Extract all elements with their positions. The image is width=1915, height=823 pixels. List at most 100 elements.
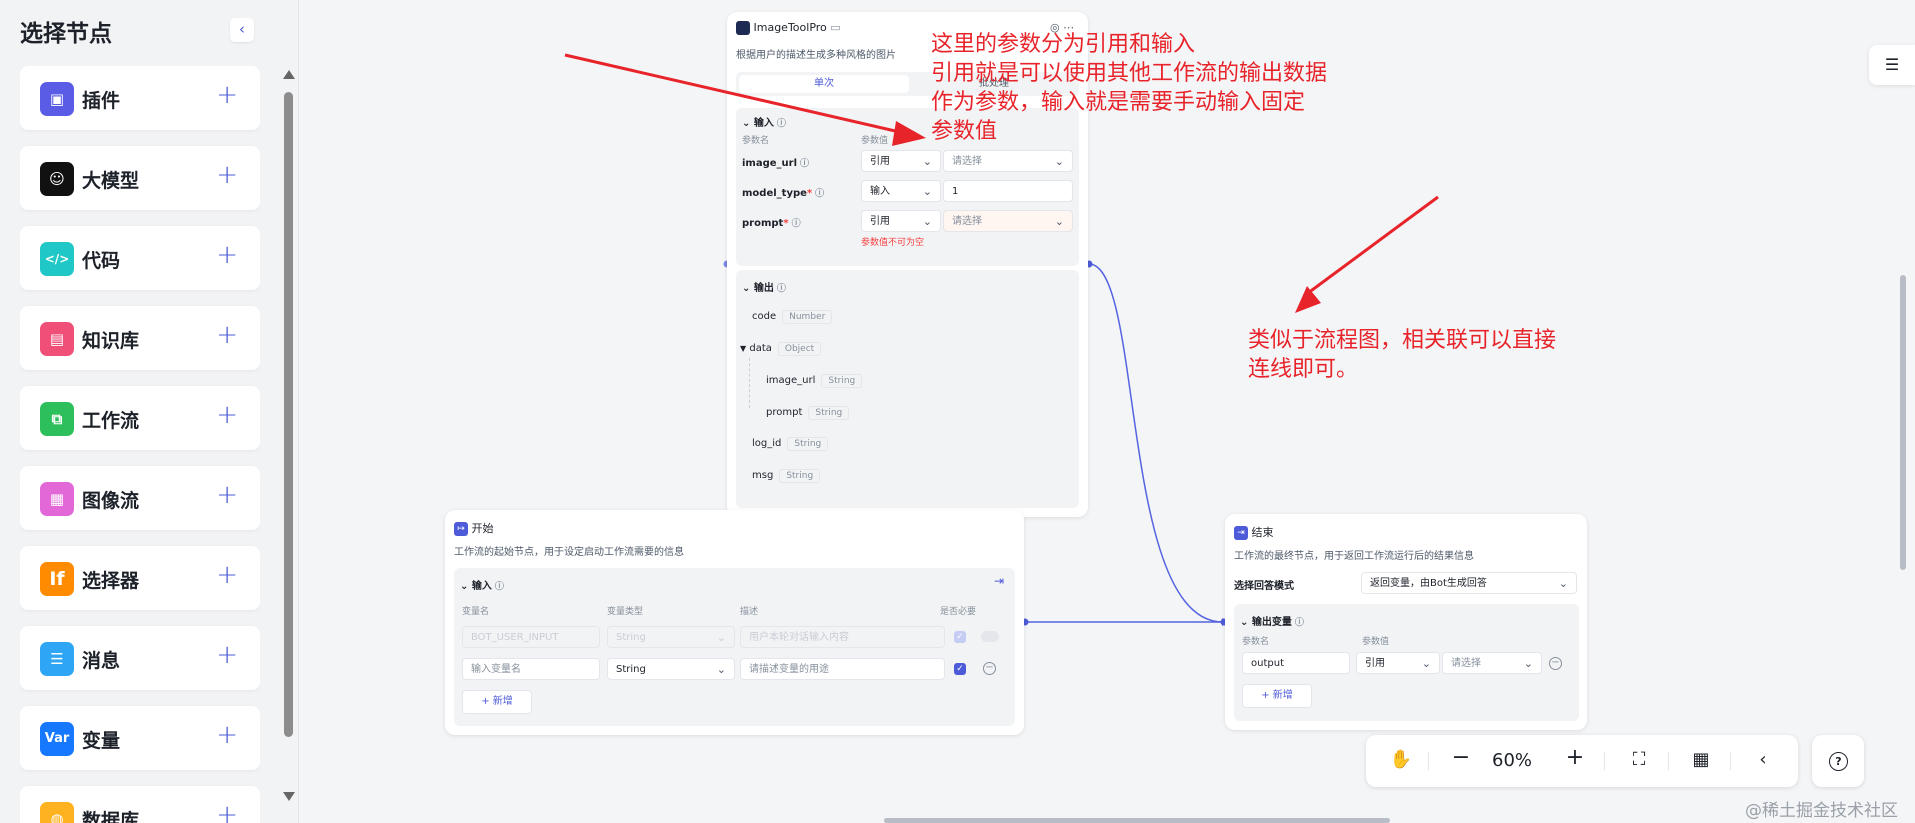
node-sidebar: 选择节点 ‹ ▣ 插件 + ☺ 大模型 + </> 代码 + ▤ 知识库 + ⧉… (0, 0, 299, 823)
param-value-select[interactable]: 请选择 ⌄ (943, 150, 1073, 172)
required-toggle (981, 631, 999, 642)
col-param-value: 参数值 (861, 136, 889, 146)
scroll-up-arrow-icon[interactable] (283, 70, 295, 79)
add-plus-icon[interactable]: + (216, 720, 238, 750)
toolbar-divider (1604, 752, 1605, 770)
param-mode-select[interactable]: 引用 ⌄ (861, 150, 941, 172)
output-label: 输出 (753, 283, 774, 294)
sidebar-title: 选择节点 (20, 21, 112, 47)
zoom-level[interactable]: 60% (1492, 750, 1532, 771)
col-var-name: 变量名 (462, 607, 490, 617)
sidebar-item-knowledge[interactable]: ▤ 知识库 + (20, 306, 260, 370)
output-row: log_id String (752, 437, 829, 451)
add-plus-icon[interactable]: + (216, 640, 238, 670)
param-row-label: image_url ⓘ (742, 158, 810, 169)
col-required: 是否必要 (940, 607, 977, 617)
tab-single[interactable]: 单次 (739, 75, 909, 93)
add-plus-icon[interactable]: + (216, 80, 238, 110)
variable-icon: Var (40, 722, 74, 756)
add-output-button[interactable]: + 新增 (1242, 684, 1312, 708)
answer-mode-label: 选择回答模式 (1234, 581, 1294, 592)
sidebar-item-plugin[interactable]: ▣ 插件 + (20, 66, 260, 130)
sidebar-item-label: 图像流 (82, 490, 140, 512)
tree-line (749, 358, 751, 408)
info-icon: ⓘ (776, 119, 786, 129)
param-value-input[interactable]: 1 (943, 180, 1073, 202)
sidebar-item-condition[interactable]: If 选择器 + (20, 546, 260, 610)
sidebar-item-variable[interactable]: Var 变量 + (20, 706, 260, 770)
sidebar-item-code[interactable]: </> 代码 + (20, 226, 260, 290)
param-mode-select[interactable]: 输入 ⌄ (861, 180, 941, 202)
param-mode-select[interactable]: 引用 ⌄ (861, 210, 941, 232)
remove-icon[interactable]: − (983, 662, 996, 675)
output-value-select[interactable]: 请选择 ⌄ (1442, 652, 1542, 674)
input-header[interactable]: ⌄ 输入 ⓘ (460, 577, 504, 592)
error-message: 参数值不可为空 (861, 238, 925, 248)
scroll-thumb[interactable] (284, 92, 293, 737)
required-checkbox: ✓ (954, 631, 966, 643)
sidebar-item-message[interactable]: ☰ 消息 + (20, 626, 260, 690)
sidebar-item-workflow[interactable]: ⧉ 工作流 + (20, 386, 260, 450)
output-row[interactable]: ▼ data Object (740, 342, 822, 356)
panel-toggle-icon[interactable]: ☰ (1869, 45, 1915, 85)
output-header[interactable]: ⌄ 输出 ⓘ (742, 279, 786, 294)
chevron-left-icon[interactable]: ‹ (230, 18, 254, 42)
input-header[interactable]: ⌄ 输入 ⓘ (742, 114, 786, 129)
node-title: 结束 (1251, 526, 1274, 539)
workflow-canvas[interactable]: ImageToolPro ▭ ◎ ⋯ 根据用户的描述生成多种风格的图片 单次 批… (299, 0, 1915, 823)
code-icon: </> (40, 242, 74, 276)
fit-view-icon[interactable]: ⛶ (1626, 749, 1652, 770)
start-icon: ↦ (454, 522, 468, 536)
message-icon: ☰ (40, 642, 74, 676)
output-mode-select[interactable]: 引用 ⌄ (1356, 652, 1440, 674)
node-description: 工作流的最终节点，用于返回工作流运行后的结果信息 (1234, 551, 1474, 562)
var-type-select[interactable]: String ⌄ (607, 658, 735, 680)
condition-icon: If (40, 562, 74, 596)
add-plus-icon[interactable]: + (216, 400, 238, 430)
zoom-in-icon[interactable]: + (1562, 745, 1588, 770)
save-icon[interactable]: ▭ (830, 21, 840, 34)
add-plus-icon[interactable]: + (216, 160, 238, 190)
add-plus-icon[interactable]: + (216, 480, 238, 510)
canvas-horizontal-scrollbar[interactable] (884, 818, 1390, 823)
node-title: 开始 (471, 522, 494, 535)
sidebar-item-label: 变量 (82, 730, 121, 752)
sidebar-item-database[interactable]: ◍ 数据库 + (20, 786, 260, 823)
canvas-vertical-scrollbar[interactable] (1900, 275, 1906, 570)
toolbar-divider (1730, 752, 1731, 770)
node-title: ImageToolPro (753, 21, 827, 34)
layout-icon[interactable]: ▦ (1688, 749, 1714, 770)
knowledge-icon: ▤ (40, 322, 74, 356)
add-plus-icon[interactable]: + (216, 320, 238, 350)
start-node[interactable]: ↦ 开始 工作流的起始节点，用于设定启动工作流需要的信息 ⌄ 输入 ⓘ ⇥ 变量名… (445, 510, 1024, 735)
llm-face-icon: ☺ (40, 162, 74, 196)
toolbar-divider (1428, 752, 1429, 770)
add-plus-icon[interactable]: + (216, 800, 238, 823)
param-value-select[interactable]: 请选择 ⌄ (943, 210, 1073, 232)
scroll-down-arrow-icon[interactable] (283, 792, 295, 801)
end-node[interactable]: ⇥ 结束 工作流的最终节点，用于返回工作流运行后的结果信息 选择回答模式 返回变… (1225, 514, 1587, 730)
zoom-out-icon[interactable]: − (1448, 745, 1474, 770)
help-button[interactable]: ? (1812, 735, 1864, 787)
answer-mode-select[interactable]: 返回变量，由Bot生成回答 ⌄ (1361, 572, 1577, 594)
remove-icon[interactable]: − (1549, 657, 1562, 670)
input-label: 输入 (471, 581, 492, 592)
sidebar-scrollbar[interactable] (282, 70, 295, 810)
add-plus-icon[interactable]: + (216, 240, 238, 270)
node-description: 根据用户的描述生成多种风格的图片 (736, 50, 896, 61)
edge-image-to-end (1088, 263, 1223, 623)
node-header: ⇥ 结束 (1234, 524, 1274, 540)
back-icon[interactable]: ‹ (1750, 749, 1776, 770)
var-desc-input[interactable]: 请描述变量的用途 (740, 658, 945, 680)
col-param-value: 参数值 (1362, 637, 1390, 647)
output-var-header[interactable]: ⌄ 输出变量 ⓘ (1240, 613, 1304, 628)
required-checkbox[interactable]: ✓ (954, 663, 966, 675)
sidebar-item-imageflow[interactable]: ▦ 图像流 + (20, 466, 260, 530)
output-name-input[interactable]: output (1242, 652, 1350, 674)
add-plus-icon[interactable]: + (216, 560, 238, 590)
collapse-panel-icon[interactable]: ⇥ (994, 574, 1004, 588)
add-variable-button[interactable]: + 新增 (462, 690, 532, 714)
sidebar-item-llm[interactable]: ☺ 大模型 + (20, 146, 260, 210)
var-name-input[interactable]: 输入变量名 (462, 658, 600, 680)
hand-icon[interactable]: ✋ (1388, 749, 1414, 770)
